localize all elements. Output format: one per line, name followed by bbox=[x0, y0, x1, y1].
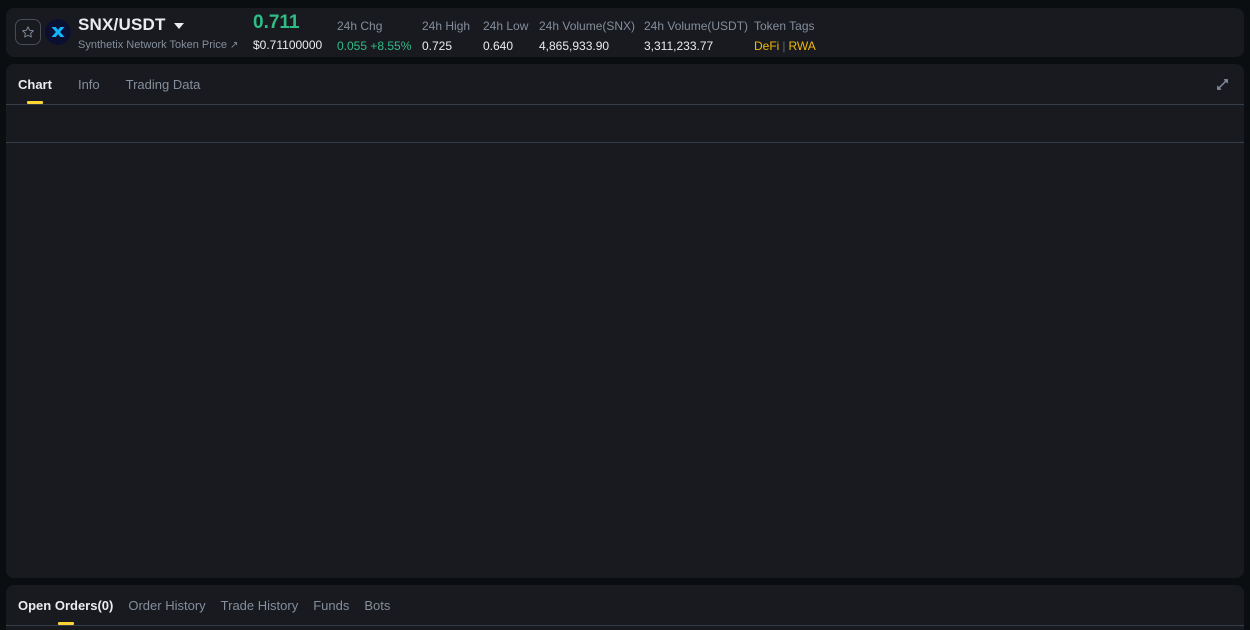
chart-toolbar bbox=[6, 105, 1244, 143]
stat-value: 3,311,233.77 bbox=[644, 40, 748, 53]
tag-separator: | bbox=[782, 39, 785, 53]
tab-label: Trading Data bbox=[126, 77, 201, 92]
tag-rwa-link[interactable]: RWA bbox=[788, 39, 815, 53]
tab-label: Chart bbox=[18, 77, 52, 92]
tab-label: Bots bbox=[364, 598, 390, 613]
tab-label: Order History bbox=[128, 598, 205, 613]
stat-24h-volume-base: 24h Volume(SNX) 4,865,933.90 bbox=[539, 20, 635, 53]
stat-label: 24h Volume(SNX) bbox=[539, 20, 635, 33]
fiat-price: $0.71100000 bbox=[253, 38, 322, 52]
stat-value: 0.725 bbox=[422, 40, 470, 53]
stat-label: 24h Chg bbox=[337, 20, 411, 33]
tab-chart[interactable]: Chart bbox=[18, 64, 52, 104]
tag-defi-link[interactable]: DeFi bbox=[754, 39, 779, 53]
stat-24h-low: 24h Low 0.640 bbox=[483, 20, 528, 53]
stat-label: Token Tags bbox=[754, 20, 816, 33]
chart-panel-tabs: Chart Info Trading Data bbox=[6, 64, 1244, 105]
tab-label: Open Orders(0) bbox=[18, 598, 113, 613]
stat-24h-high: 24h High 0.725 bbox=[422, 20, 470, 53]
favorite-button[interactable] bbox=[15, 19, 41, 45]
expand-icon bbox=[1215, 77, 1230, 92]
stat-24h-volume-quote: 24h Volume(USDT) 3,311,233.77 bbox=[644, 20, 748, 53]
token-tags: Token Tags DeFi|RWA bbox=[754, 20, 816, 53]
pair-selector[interactable]: SNX/USDT bbox=[78, 15, 184, 35]
external-link-icon: ↗ bbox=[230, 40, 238, 51]
star-icon bbox=[21, 25, 35, 39]
tab-info[interactable]: Info bbox=[78, 64, 100, 104]
last-price: 0.711 bbox=[253, 12, 300, 34]
expand-chart-button[interactable] bbox=[1214, 76, 1231, 93]
stat-label: 24h Low bbox=[483, 20, 528, 33]
tab-label: Trade History bbox=[221, 598, 299, 613]
token-price-link[interactable]: Synthetix Network Token Price ↗ bbox=[78, 39, 238, 51]
snx-token-logo bbox=[45, 19, 71, 45]
stat-value: 0.640 bbox=[483, 40, 528, 53]
market-header-panel: SNX/USDT Synthetix Network Token Price ↗… bbox=[6, 8, 1244, 57]
tab-label: Info bbox=[78, 77, 100, 92]
tab-order-history[interactable]: Order History bbox=[128, 585, 205, 625]
tab-trade-history[interactable]: Trade History bbox=[221, 585, 299, 625]
active-tab-indicator bbox=[27, 101, 43, 104]
tab-trading-data[interactable]: Trading Data bbox=[126, 64, 201, 104]
token-subtitle: Synthetix Network Token Price bbox=[78, 39, 227, 51]
tab-label: Funds bbox=[313, 598, 349, 613]
pair-name: SNX/USDT bbox=[78, 15, 166, 35]
stat-label: 24h High bbox=[422, 20, 470, 33]
active-tab-indicator bbox=[58, 622, 74, 625]
chart-panel: Chart Info Trading Data bbox=[6, 64, 1244, 578]
orders-panel-tabs: Open Orders(0) Order History Trade Histo… bbox=[6, 585, 1244, 626]
stat-value: 0.055 +8.55% bbox=[337, 40, 411, 53]
tab-open-orders[interactable]: Open Orders(0) bbox=[18, 585, 113, 625]
spot-trading-page: { "header": { "pair": "SNX/USDT", "subti… bbox=[0, 0, 1250, 630]
tab-funds[interactable]: Funds bbox=[313, 585, 349, 625]
chart-canvas[interactable] bbox=[6, 143, 1244, 578]
caret-down-icon bbox=[174, 23, 184, 29]
tab-bots[interactable]: Bots bbox=[364, 585, 390, 625]
stat-label: 24h Volume(USDT) bbox=[644, 20, 748, 33]
stat-value: 4,865,933.90 bbox=[539, 40, 635, 53]
orders-panel: Open Orders(0) Order History Trade Histo… bbox=[6, 585, 1244, 630]
stat-24h-change: 24h Chg 0.055 +8.55% bbox=[337, 20, 411, 53]
